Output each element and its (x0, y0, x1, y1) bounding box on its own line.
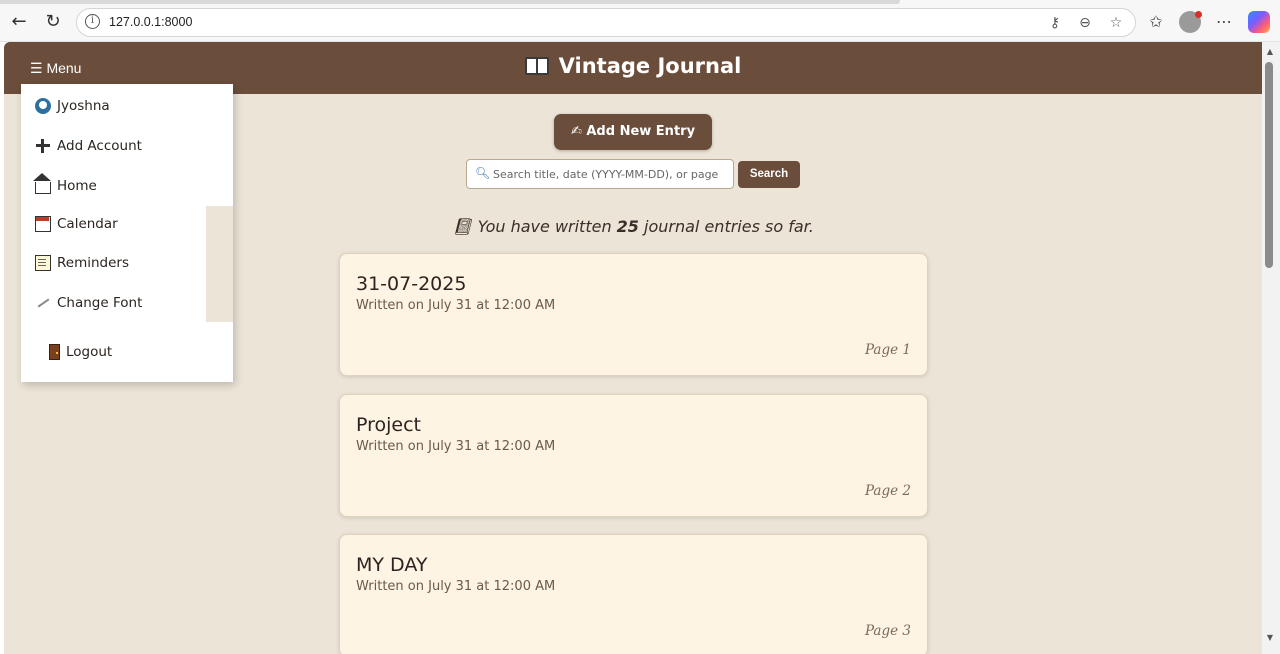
plus-icon (35, 138, 51, 154)
journal-entry-card[interactable]: Project Written on July 31 at 12:00 AM P… (339, 394, 928, 517)
tab-strip (0, 0, 900, 4)
entry-page: Page 2 (864, 483, 911, 499)
menu-gap (206, 206, 233, 322)
menu-item-logout[interactable]: Logout (49, 344, 112, 360)
journal-entry-card[interactable]: 31-07-2025 Written on July 31 at 12:00 A… (339, 253, 928, 376)
notebook-icon: 📓︎ (452, 217, 478, 236)
entry-title: MY DAY (356, 554, 428, 576)
summary-prefix: You have written (477, 217, 617, 236)
menu-item-calendar[interactable]: Calendar (35, 216, 118, 232)
user-avatar-icon (35, 98, 51, 114)
menu-item-home[interactable]: Home (33, 173, 97, 194)
page-viewport: ☰ Menu Vintage Journal ✍ Add New Entry 🔍… (4, 42, 1262, 654)
menu-item-add-account[interactable]: Add Account (35, 138, 142, 154)
menu-item-user-label: Jyoshna (57, 98, 110, 114)
menu-item-add-account-label: Add Account (57, 138, 142, 154)
calendar-icon (35, 216, 51, 232)
search-placeholder: Search title, date (YYYY-MM-DD), or page (493, 168, 719, 181)
search-icon: 🔍︎ (475, 166, 491, 180)
notification-dot (1195, 11, 1202, 18)
back-icon[interactable]: ← (8, 11, 30, 33)
menu-item-change-font[interactable]: Change Font (35, 295, 142, 311)
scrollbar-thumb[interactable] (1265, 62, 1273, 268)
search-button[interactable]: Search (738, 161, 800, 188)
zoom-out-icon[interactable]: ⊖ (1077, 15, 1093, 31)
menu-item-user[interactable]: Jyoshna (35, 98, 110, 114)
site-info-icon[interactable]: i (85, 14, 100, 29)
copilot-icon[interactable] (1248, 11, 1270, 33)
menu-item-reminders[interactable]: Reminders (35, 255, 129, 271)
door-icon (49, 344, 60, 360)
browser-toolbar: ← ↻ i 127.0.0.1:8000 ⚷ ⊖ ☆ ✩ ⋯ (0, 0, 1280, 42)
summary-suffix: journal entries so far. (638, 217, 814, 236)
entry-date: Written on July 31 at 12:00 AM (356, 439, 556, 454)
pen-icon (35, 295, 51, 311)
scroll-up-icon[interactable]: ▲ (1264, 46, 1276, 58)
page-title-text: Vintage Journal (558, 54, 742, 78)
more-options-icon[interactable]: ⋯ (1214, 12, 1234, 32)
page-title: Vintage Journal (4, 54, 1262, 78)
entry-count: 25 (616, 217, 639, 236)
favorite-star-icon[interactable]: ☆ (1108, 15, 1124, 31)
address-bar[interactable]: i 127.0.0.1:8000 ⚷ ⊖ ☆ (76, 8, 1136, 37)
journal-entry-card[interactable]: MY DAY Written on July 31 at 12:00 AM Pa… (339, 534, 928, 654)
favorites-icon[interactable]: ✩ (1146, 12, 1166, 32)
menu-item-calendar-label: Calendar (57, 216, 118, 232)
url-text[interactable]: 127.0.0.1:8000 (109, 15, 192, 29)
menu-item-home-label: Home (57, 178, 97, 194)
book-icon (524, 57, 549, 75)
memo-icon (35, 255, 51, 271)
entry-title: Project (356, 414, 422, 436)
scroll-down-icon[interactable]: ▼ (1264, 632, 1276, 644)
home-icon (33, 173, 51, 194)
menu-item-change-font-label: Change Font (57, 295, 143, 311)
menu-item-reminders-label: Reminders (57, 255, 129, 271)
menu-item-logout-label: Logout (66, 344, 113, 360)
entry-date: Written on July 31 at 12:00 AM (356, 298, 556, 313)
entry-page: Page 1 (864, 342, 911, 358)
entry-page: Page 3 (864, 623, 911, 639)
side-menu-dropdown: Jyoshna Add Account Home Calendar Remind… (21, 84, 233, 382)
reload-icon[interactable]: ↻ (42, 11, 64, 33)
entry-title: 31-07-2025 (356, 273, 467, 295)
entry-date: Written on July 31 at 12:00 AM (356, 579, 556, 594)
search-input[interactable]: 🔍︎ Search title, date (YYYY-MM-DD), or p… (466, 159, 734, 189)
add-new-entry-button[interactable]: ✍ Add New Entry (554, 114, 712, 150)
key-icon[interactable]: ⚷ (1047, 15, 1063, 31)
